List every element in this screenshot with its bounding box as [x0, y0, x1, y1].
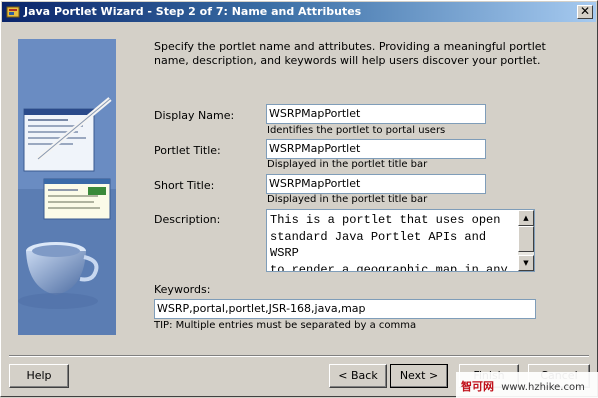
short-title-label: Short Title:: [154, 179, 215, 192]
portlet-title-hint: Displayed in the portlet title bar: [267, 159, 428, 170]
scroll-thumb[interactable]: [518, 226, 534, 252]
title-bar[interactable]: Java Portlet Wizard - Step 2 of 7: Name …: [2, 2, 596, 22]
description-text[interactable]: This is a portlet that uses open standar…: [270, 212, 518, 271]
close-icon: ✕: [579, 4, 591, 18]
description-label: Description:: [154, 213, 221, 226]
wizard-artwork: [18, 39, 116, 335]
scroll-down-icon[interactable]: ▼: [518, 255, 534, 271]
keywords-field[interactable]: WSRP,portal,portlet,JSR-168,java,map: [154, 299, 536, 319]
watermark-text: 智可网 www.hzhike.com: [461, 378, 585, 394]
display-name-hint: Identifies the portlet to portal users: [267, 125, 446, 136]
display-name-field[interactable]: WSRPMapPortlet: [266, 104, 486, 124]
display-name-label: Display Name:: [154, 109, 235, 122]
window-title: Java Portlet Wizard - Step 2 of 7: Name …: [24, 5, 362, 18]
wizard-dialog: Java Portlet Wizard - Step 2 of 7: Name …: [0, 0, 598, 398]
wizard-illustration: [18, 39, 116, 335]
description-textarea[interactable]: This is a portlet that uses open standar…: [266, 209, 535, 272]
portlet-title-label: Portlet Title:: [154, 144, 221, 157]
button-divider: [9, 355, 589, 357]
close-button[interactable]: ✕: [577, 5, 593, 19]
description-scrollbar[interactable]: ▲ ▼: [518, 210, 534, 271]
short-title-field[interactable]: WSRPMapPortlet: [266, 174, 486, 194]
watermark-brand: 智可网: [461, 380, 494, 393]
intro-text: Specify the portlet name and attributes.…: [154, 40, 546, 67]
back-button[interactable]: < Back: [329, 364, 387, 388]
next-button[interactable]: Next >: [390, 364, 448, 388]
keywords-label: Keywords:: [154, 283, 211, 296]
portlet-title-field[interactable]: WSRPMapPortlet: [266, 139, 486, 159]
help-button[interactable]: Help: [9, 364, 69, 388]
wizard-icon: [6, 6, 20, 18]
short-title-hint: Displayed in the portlet title bar: [267, 194, 428, 205]
keywords-tip: TIP: Multiple entries must be separated …: [154, 320, 417, 331]
scroll-up-icon[interactable]: ▲: [518, 210, 534, 226]
watermark: 智可网 www.hzhike.com: [456, 372, 598, 398]
watermark-url: www.hzhike.com: [501, 382, 585, 393]
